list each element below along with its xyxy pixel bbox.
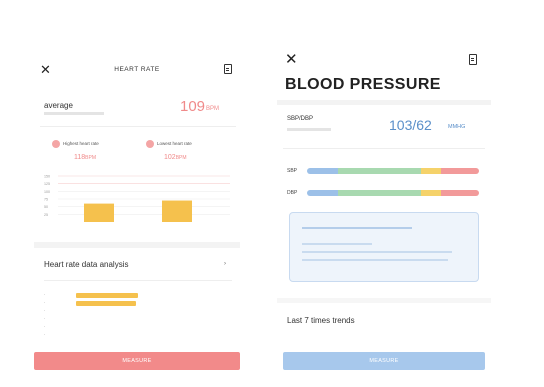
lowest-label: Lowest heart rate (157, 141, 192, 147)
lowest-value: 102 (164, 154, 176, 161)
info-card-line (302, 259, 448, 261)
screenshot-stage: ✕ HEART RATE average 109 BPM Highest hea… (0, 0, 544, 387)
sbp-dbp-label: SBP/DBP (287, 116, 314, 122)
analysis-rows: · · · · · · (44, 292, 232, 340)
heart-rate-bar (162, 200, 192, 222)
gauge-segment (337, 168, 421, 174)
average-unit: BPM (206, 106, 220, 112)
section-divider (34, 242, 240, 248)
y-tick-label: 150 (44, 175, 50, 179)
analysis-bar (76, 293, 138, 298)
row-label-placeholder: · (44, 309, 46, 313)
sbp-subtext-placeholder (287, 128, 331, 131)
analysis-row: · (44, 316, 232, 324)
average-label: average (44, 101, 73, 110)
row-label-placeholder: · (44, 317, 46, 321)
analysis-title: Heart rate data analysis (44, 260, 129, 269)
lowest-unit: BPM (175, 155, 187, 161)
blood-pressure-unit: MMHG (448, 124, 466, 130)
average-value: 109 (180, 98, 206, 115)
y-tick-label: 75 (44, 198, 48, 202)
page-title: HEART RATE (114, 66, 160, 73)
gauge-segment (307, 168, 338, 174)
highest-value: 118 (74, 154, 86, 161)
document-icon[interactable] (224, 64, 232, 74)
info-card[interactable] (289, 212, 479, 282)
analysis-link[interactable]: › (224, 261, 226, 267)
dbp-gauge (307, 190, 479, 196)
trends-title: Last 7 times trends (287, 316, 355, 325)
analysis-row: · (44, 324, 232, 332)
page-title: BLOOD PRESSURE (285, 76, 441, 93)
gauge-segment (441, 190, 479, 196)
heart-icon (52, 140, 60, 148)
highest-heart-rate: Highest heart rate (52, 140, 99, 148)
info-card-line (302, 251, 452, 253)
highest-label: Highest heart rate (63, 141, 99, 147)
blood-pressure-value: 103/62 (389, 117, 432, 133)
lowest-value-block: 102BPM (164, 154, 187, 161)
close-icon[interactable]: ✕ (285, 50, 298, 68)
sbp-gauge (307, 168, 479, 174)
heart-rate-topbar: ✕ HEART RATE (34, 62, 240, 80)
row-label-placeholder: · (44, 333, 46, 337)
section-divider (277, 100, 491, 105)
gauge-segment (307, 190, 338, 196)
gauge-segment (420, 190, 442, 196)
y-tick-label: 100 (44, 190, 50, 194)
highest-unit: BPM (85, 155, 97, 161)
heart-rate-screen: ✕ HEART RATE average 109 BPM Highest hea… (34, 54, 240, 380)
analysis-row: · (44, 300, 232, 308)
divider (40, 126, 236, 127)
sbp-label: SBP (287, 168, 298, 174)
measure-button[interactable]: MEASURE (283, 352, 485, 370)
heart-rate-bar (84, 203, 114, 222)
info-card-line (302, 243, 372, 245)
y-tick-label: 50 (44, 205, 48, 209)
analysis-bar (76, 301, 136, 306)
blood-pressure-screen: ✕ BLOOD PRESSURE SBP/DBP 103/62 MMHG SBP… (277, 44, 491, 380)
gauge-segment (441, 168, 479, 174)
analysis-row: · (44, 308, 232, 316)
row-label-placeholder: · (44, 325, 46, 329)
divider (283, 148, 485, 149)
gauge-segment (420, 168, 442, 174)
heart-rate-chart: 150 125 100 75 50 25 (44, 175, 230, 222)
analysis-row: · (44, 292, 232, 300)
divider (44, 280, 232, 281)
lowest-heart-rate: Lowest heart rate (146, 140, 192, 148)
y-tick-label: 25 (44, 213, 48, 217)
analysis-row: · (44, 332, 232, 340)
y-tick-label: 125 (44, 182, 50, 186)
section-divider (277, 298, 491, 303)
row-label-placeholder: · (44, 301, 46, 305)
average-subtext-placeholder (44, 112, 104, 115)
highest-value-block: 118BPM (74, 154, 96, 161)
dbp-label: DBP (287, 190, 298, 196)
heart-icon (146, 140, 154, 148)
measure-button[interactable]: MEASURE (34, 352, 240, 370)
gauge-segment (337, 190, 421, 196)
document-icon[interactable] (469, 54, 477, 65)
row-label-placeholder: · (44, 293, 46, 297)
info-card-line (302, 227, 412, 229)
